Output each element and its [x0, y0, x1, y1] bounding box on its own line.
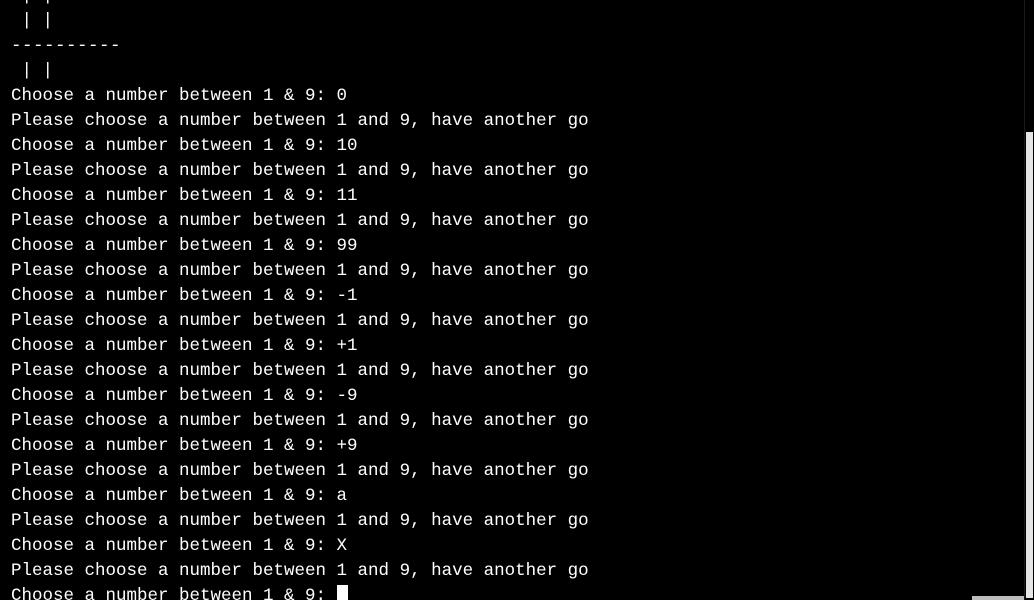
terminal-line-prompt: Choose a number between 1 & 9: X [11, 534, 1024, 559]
terminal-line-board-divider: ---------- [11, 34, 1024, 59]
terminal-line-text: Choose a number between 1 & 9: 11 [11, 186, 358, 206]
active-input-line[interactable]: Choose a number between 1 & 9: [11, 584, 1024, 600]
terminal-window[interactable]: | | | | ---------- | | Choose a number bet… [0, 0, 1034, 600]
terminal-line-text: | | [11, 0, 54, 6]
terminal-line-prompt: Choose a number between 1 & 9: +9 [11, 434, 1024, 459]
vertical-scrollbar[interactable] [1024, 0, 1034, 600]
terminal-line-text: Choose a number between 1 & 9: 99 [11, 236, 358, 256]
terminal-line-prompt: Choose a number between 1 & 9: 11 [11, 184, 1024, 209]
terminal-line-error: Please choose a number between 1 and 9, … [11, 309, 1024, 334]
terminal-line-text: Please choose a number between 1 and 9, … [11, 411, 589, 431]
terminal-line-text: Choose a number between 1 & 9: 0 [11, 86, 348, 106]
terminal-line-text: Please choose a number between 1 and 9, … [11, 561, 589, 581]
terminal-line-text: Please choose a number between 1 and 9, … [11, 261, 589, 281]
terminal-line-text: | | [11, 11, 54, 31]
active-prompt-text: Choose a number between 1 & 9: [11, 586, 337, 600]
terminal-line-text: Please choose a number between 1 and 9, … [11, 361, 589, 381]
terminal-line-text: Choose a number between 1 & 9: 10 [11, 136, 358, 156]
terminal-line-board: | | [11, 59, 1024, 84]
terminal-line-error: Please choose a number between 1 and 9, … [11, 559, 1024, 584]
terminal-line-text: Please choose a number between 1 and 9, … [11, 111, 589, 131]
terminal-line-error: Please choose a number between 1 and 9, … [11, 509, 1024, 534]
terminal-line-prompt: Choose a number between 1 & 9: 10 [11, 134, 1024, 159]
terminal-line-error: Please choose a number between 1 and 9, … [11, 109, 1024, 134]
terminal-line-prompt: Choose a number between 1 & 9: -9 [11, 384, 1024, 409]
terminal-line-text: ---------- [11, 36, 122, 56]
scrollbar-thumb[interactable] [1026, 132, 1033, 598]
terminal-line-error: Please choose a number between 1 and 9, … [11, 159, 1024, 184]
terminal-line-text: Please choose a number between 1 and 9, … [11, 311, 589, 331]
terminal-line-error: Please choose a number between 1 and 9, … [11, 409, 1024, 434]
terminal-line-text: Please choose a number between 1 and 9, … [11, 211, 589, 231]
terminal-line-error: Please choose a number between 1 and 9, … [11, 209, 1024, 234]
terminal-line-prompt: Choose a number between 1 & 9: +1 [11, 334, 1024, 359]
horizontal-scrollbar-edge [972, 596, 1024, 600]
terminal-line-text: Choose a number between 1 & 9: X [11, 536, 348, 556]
terminal-line-board: | | [11, 9, 1024, 34]
terminal-line-prompt: Choose a number between 1 & 9: 99 [11, 234, 1024, 259]
terminal-line-text: Choose a number between 1 & 9: a [11, 486, 348, 506]
terminal-line-prompt: Choose a number between 1 & 9: 0 [11, 84, 1024, 109]
terminal-line-text: | | [11, 61, 54, 81]
terminal-line-text: Choose a number between 1 & 9: +9 [11, 436, 358, 456]
terminal-line-text: Please choose a number between 1 and 9, … [11, 511, 589, 531]
terminal-line-error: Please choose a number between 1 and 9, … [11, 259, 1024, 284]
terminal-output: | | | | ---------- | | Choose a number bet… [11, 0, 1024, 600]
terminal-line-text: Choose a number between 1 & 9: -9 [11, 386, 358, 406]
terminal-line-prompt: Choose a number between 1 & 9: a [11, 484, 1024, 509]
terminal-line-board: | | [11, 0, 1024, 9]
terminal-line-text: Choose a number between 1 & 9: +1 [11, 336, 358, 356]
terminal-line-text: Please choose a number between 1 and 9, … [11, 461, 589, 481]
terminal-line-error: Please choose a number between 1 and 9, … [11, 459, 1024, 484]
terminal-line-error: Please choose a number between 1 and 9, … [11, 359, 1024, 384]
text-cursor[interactable] [336, 585, 348, 600]
terminal-line-text: Choose a number between 1 & 9: -1 [11, 286, 358, 306]
terminal-line-text: Please choose a number between 1 and 9, … [11, 161, 589, 181]
terminal-line-prompt: Choose a number between 1 & 9: -1 [11, 284, 1024, 309]
